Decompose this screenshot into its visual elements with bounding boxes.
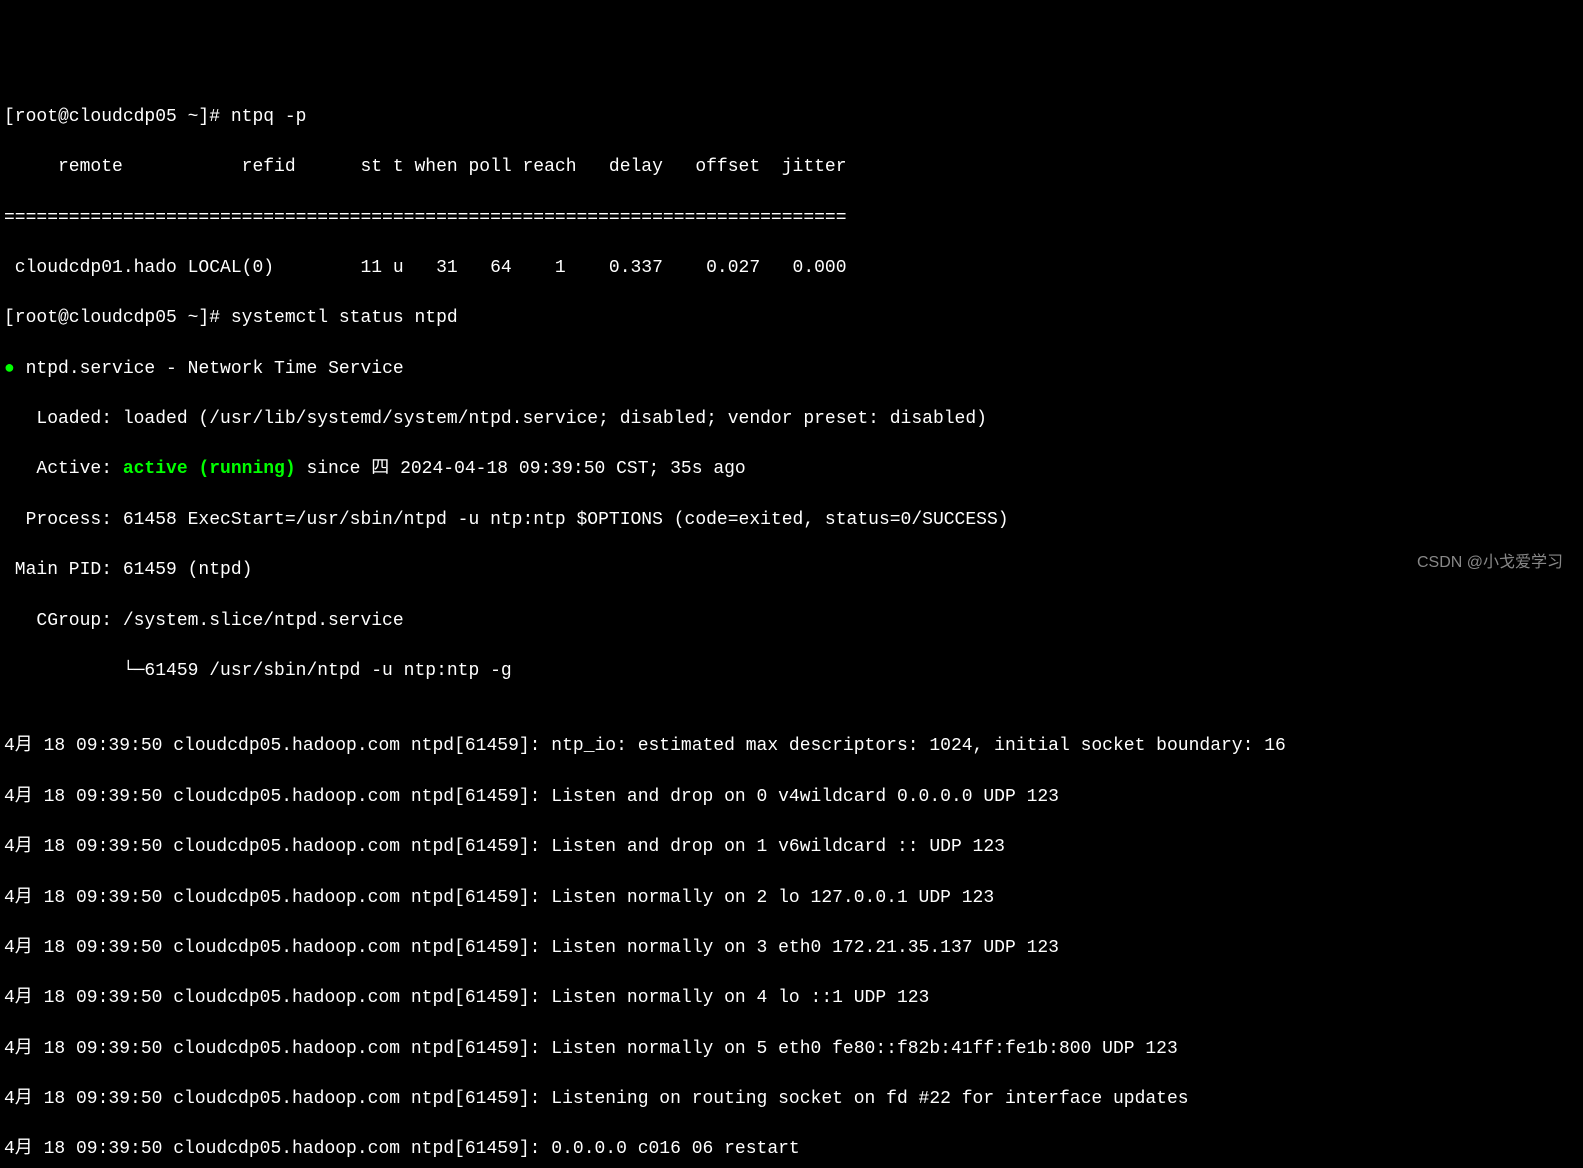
main-pid-line: Main PID: 61459 (ntpd) xyxy=(4,558,1579,583)
shell-prompt: [root@cloudcdp05 ~]# xyxy=(4,308,231,328)
terminal-line: [root@cloudcdp05 ~]# systemctl status nt… xyxy=(4,306,1579,331)
watermark: CSDN @小戈爱学习 xyxy=(1417,552,1563,574)
service-title-line: ● ntpd.service - Network Time Service xyxy=(4,357,1579,382)
log-line: 4月 18 09:39:50 cloudcdp05.hadoop.com ntp… xyxy=(4,734,1579,759)
log-line: 4月 18 09:39:50 cloudcdp05.hadoop.com ntp… xyxy=(4,835,1579,860)
active-status: active (running) xyxy=(123,459,296,479)
cgroup-child-line: └─61459 /usr/sbin/ntpd -u ntp:ntp -g xyxy=(4,659,1579,684)
log-line: 4月 18 09:39:50 cloudcdp05.hadoop.com ntp… xyxy=(4,936,1579,961)
log-line: 4月 18 09:39:50 cloudcdp05.hadoop.com ntp… xyxy=(4,1087,1579,1112)
command-text: systemctl status ntpd xyxy=(231,308,458,328)
log-line: 4月 18 09:39:50 cloudcdp05.hadoop.com ntp… xyxy=(4,886,1579,911)
active-label: Active: xyxy=(4,459,123,479)
service-name: ntpd.service - Network Time Service xyxy=(15,359,404,379)
log-line: 4月 18 09:39:50 cloudcdp05.hadoop.com ntp… xyxy=(4,785,1579,810)
cgroup-line: CGroup: /system.slice/ntpd.service xyxy=(4,609,1579,634)
terminal-line: [root@cloudcdp05 ~]# ntpq -p xyxy=(4,105,1579,130)
log-line: 4月 18 09:39:50 cloudcdp05.hadoop.com ntp… xyxy=(4,1137,1579,1162)
loaded-line: Loaded: loaded (/usr/lib/systemd/system/… xyxy=(4,407,1579,432)
active-line: Active: active (running) since 四 2024-04… xyxy=(4,457,1579,482)
command-text: ntpq -p xyxy=(231,107,307,127)
ntpq-header: remote refid st t when poll reach delay … xyxy=(4,155,1579,180)
active-since: since 四 2024-04-18 09:39:50 CST; 35s ago xyxy=(296,459,746,479)
shell-prompt: [root@cloudcdp05 ~]# xyxy=(4,107,231,127)
log-line: 4月 18 09:39:50 cloudcdp05.hadoop.com ntp… xyxy=(4,986,1579,1011)
status-dot-icon: ● xyxy=(4,359,15,379)
process-line: Process: 61458 ExecStart=/usr/sbin/ntpd … xyxy=(4,508,1579,533)
ntpq-separator: ========================================… xyxy=(4,206,1579,231)
log-line: 4月 18 09:39:50 cloudcdp05.hadoop.com ntp… xyxy=(4,1037,1579,1062)
ntpq-row: cloudcdp01.hado LOCAL(0) 11 u 31 64 1 0.… xyxy=(4,256,1579,281)
